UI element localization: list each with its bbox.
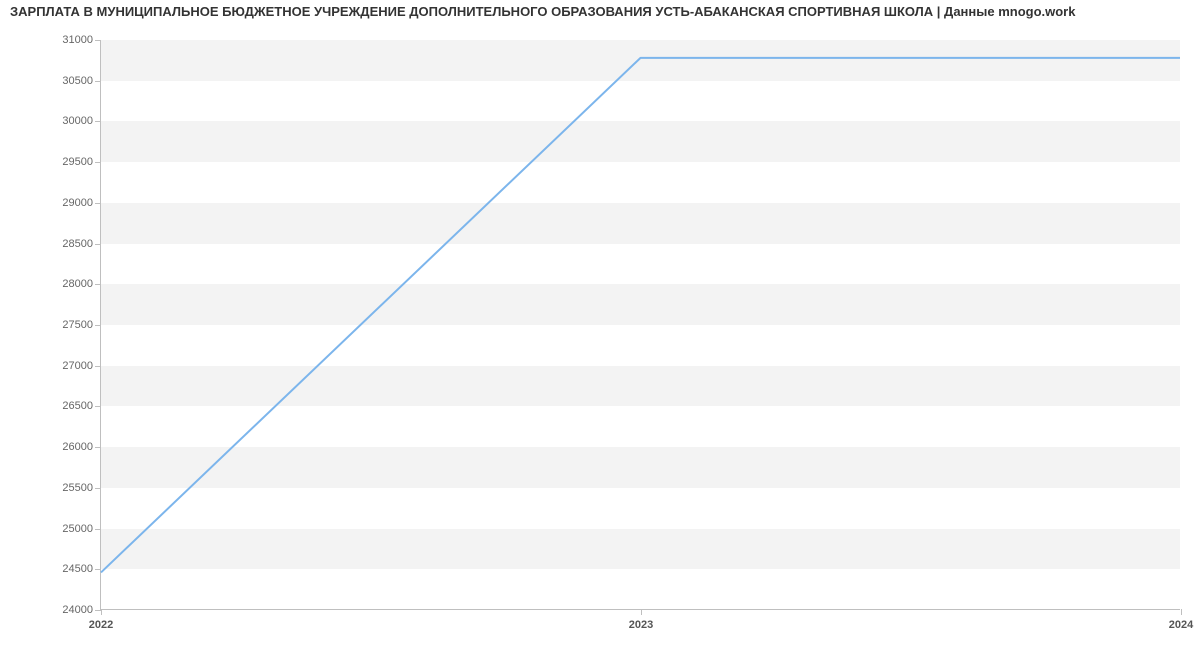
- y-tick-label: 27500: [62, 319, 101, 331]
- y-tick-label: 29000: [62, 197, 101, 209]
- y-tick-label: 25000: [62, 523, 101, 535]
- y-tick-label: 26000: [62, 441, 101, 453]
- x-tick-label: 2023: [629, 609, 653, 631]
- y-tick-label: 28000: [62, 278, 101, 290]
- y-tick-label: 29500: [62, 156, 101, 168]
- y-tick-label: 26500: [62, 400, 101, 412]
- plot-area: 2400024500250002550026000265002700027500…: [100, 40, 1180, 610]
- y-tick-label: 30000: [62, 115, 101, 127]
- line-layer: [101, 40, 1180, 609]
- y-tick-label: 27000: [62, 360, 101, 372]
- series-line: [101, 58, 1180, 573]
- x-tick-label: 2024: [1169, 609, 1193, 631]
- y-tick-label: 30500: [62, 75, 101, 87]
- y-tick-label: 31000: [62, 34, 101, 46]
- chart-title: ЗАРПЛАТА В МУНИЦИПАЛЬНОЕ БЮДЖЕТНОЕ УЧРЕЖ…: [10, 4, 1190, 19]
- chart-container: ЗАРПЛАТА В МУНИЦИПАЛЬНОЕ БЮДЖЕТНОЕ УЧРЕЖ…: [0, 0, 1200, 650]
- x-tick-label: 2022: [89, 609, 113, 631]
- y-tick-label: 28500: [62, 238, 101, 250]
- y-tick-label: 24500: [62, 563, 101, 575]
- y-tick-label: 25500: [62, 482, 101, 494]
